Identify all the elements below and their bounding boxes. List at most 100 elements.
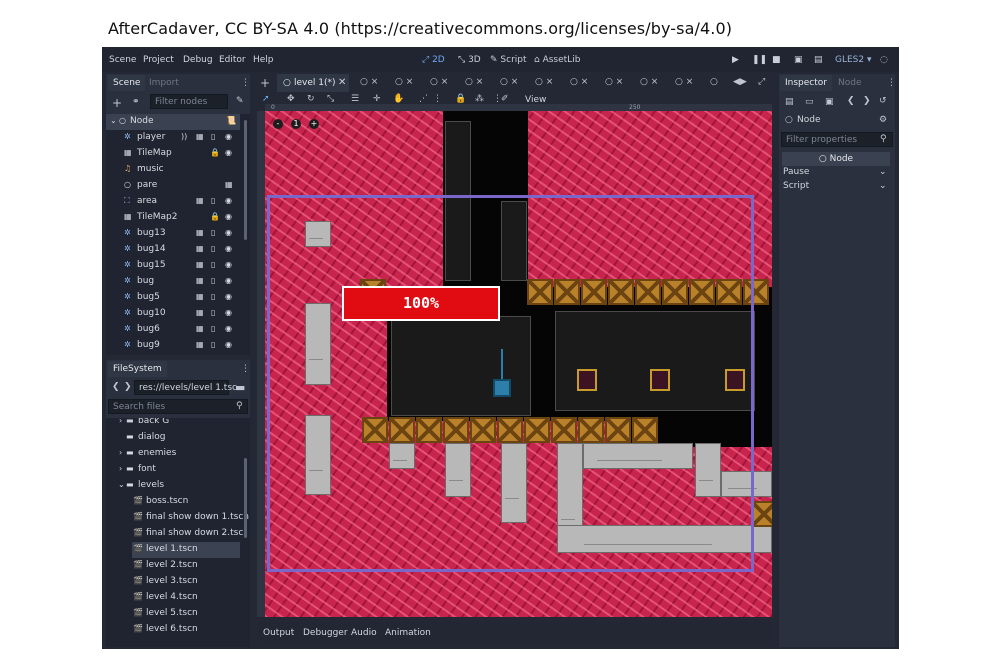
dock-menu-icon[interactable]: ⋮ <box>241 364 250 374</box>
search-files-input[interactable]: Search files <box>108 399 248 414</box>
tab-inspector[interactable]: Inspector <box>780 75 832 91</box>
menu-help[interactable]: Help <box>253 55 274 65</box>
menu-project[interactable]: Project <box>143 55 174 65</box>
workspace-2d-button[interactable]: ⤢ 2D <box>422 55 445 65</box>
tab-output[interactable]: Output <box>263 628 294 638</box>
file-final-show-down-1[interactable]: 🎬 final show down 1.tscn <box>106 510 249 526</box>
distraction-free-icon[interactable]: ⤢ <box>758 77 765 87</box>
scene-tab-icon[interactable]: ○ ⨯ <box>465 77 483 87</box>
scene-tab-icon[interactable]: ○ ⨯ <box>675 77 693 87</box>
file-level-4[interactable]: 🎬 level 4.tscn <box>106 590 240 606</box>
menu-editor[interactable]: Editor <box>219 55 246 65</box>
tree-row-pare[interactable]: ○ pare ▦ <box>106 178 240 194</box>
lock-icon[interactable]: 🔒 <box>210 212 220 221</box>
forward-arrow-icon[interactable]: ❯ <box>124 382 132 392</box>
lock-icon[interactable]: 🔒 <box>210 148 220 157</box>
move-tool-icon[interactable]: ✥ <box>287 94 295 104</box>
canvas-viewport[interactable]: 100% -1 + <box>265 111 772 617</box>
group-icon[interactable]: ⁂ <box>475 94 484 104</box>
script-icon[interactable]: ▯ <box>211 292 215 301</box>
collapse-arrow-icon[interactable]: ⌄ <box>118 480 125 489</box>
eye-icon[interactable]: ◉ <box>225 132 232 141</box>
script-icon[interactable]: ▯ <box>211 228 215 237</box>
clapper-icon[interactable]: ▦ <box>196 276 204 285</box>
scene-tab-icon[interactable]: ○ ⨯ <box>360 77 378 87</box>
workspace-assetlib-button[interactable]: ⌂ AssetLib <box>534 55 580 65</box>
tab-audio[interactable]: Audio <box>351 628 377 638</box>
eye-icon[interactable]: ◉ <box>225 340 232 349</box>
new-resource-icon[interactable]: ▤ <box>785 97 794 107</box>
scene-tab-icon[interactable]: ○ ⨯ <box>500 77 518 87</box>
renderer-select[interactable]: GLES2 ▾ <box>835 55 872 65</box>
folder-back-g[interactable]: › ▬ back G <box>106 418 240 430</box>
split-view-icon[interactable]: ▬ <box>235 381 245 394</box>
scene-tab-icon[interactable]: ○ ⨯ <box>535 77 553 87</box>
clapper-icon[interactable]: ▦ <box>196 308 204 317</box>
workspace-script-button[interactable]: ✎ Script <box>490 55 527 65</box>
eye-icon[interactable]: ◉ <box>225 212 232 221</box>
tree-row-bug10[interactable]: ✲ bug10 ▦ ▯ ◉ <box>106 306 240 322</box>
rotate-tool-icon[interactable]: ↻ <box>307 94 315 104</box>
menu-scene[interactable]: Scene <box>109 55 136 65</box>
clapper-icon[interactable]: ▦ <box>196 260 204 269</box>
add-node-icon[interactable]: + <box>112 96 122 110</box>
scene-tab-icon[interactable]: ○ ⨯ <box>430 77 448 87</box>
link-icon[interactable]: ⚭ <box>132 97 140 107</box>
tree-row-tilemap2[interactable]: ▦ TileMap2 🔒 ◉ <box>106 210 240 226</box>
folder-dialog[interactable]: ▬ dialog <box>106 430 240 446</box>
list-select-icon[interactable]: ☰ <box>351 94 359 104</box>
filter-nodes-input[interactable]: Filter nodes <box>150 94 228 109</box>
zoom-reset-button[interactable]: 1 <box>291 119 301 129</box>
file-level-5[interactable]: 🎬 level 5.tscn <box>106 606 240 622</box>
file-boss[interactable]: 🎬 boss.tscn <box>106 494 240 510</box>
expand-arrow-icon[interactable]: › <box>119 464 122 473</box>
script-icon[interactable]: ▯ <box>211 276 215 285</box>
pivot-tool-icon[interactable]: ✛ <box>373 94 381 104</box>
eye-icon[interactable]: ◉ <box>225 324 232 333</box>
collapse-arrow-icon[interactable]: ⌄ <box>110 116 117 125</box>
clapper-icon[interactable]: ▦ <box>196 244 204 253</box>
script-icon[interactable]: ▯ <box>211 244 215 253</box>
tree-row-area[interactable]: ⛶ area ▦ ▯ ◉ <box>106 194 240 210</box>
scene-tab-icon[interactable]: ○ ⨯ <box>605 77 623 87</box>
snap-icon[interactable]: ⋰ <box>419 94 428 104</box>
tab-debugger[interactable]: Debugger <box>303 628 348 638</box>
tab-filesystem[interactable]: FileSystem <box>108 361 167 377</box>
tab-import[interactable]: Import <box>144 75 184 91</box>
eye-icon[interactable]: ◉ <box>225 148 232 157</box>
history-forward-icon[interactable]: ❯ <box>863 96 871 106</box>
script-icon[interactable]: ▯ <box>211 132 215 141</box>
tree-row-bug[interactable]: ✲ bug ▦ ▯ ◉ <box>106 274 240 290</box>
play-scene-icon[interactable]: ▣ <box>794 55 803 65</box>
tree-row-bug15[interactable]: ✲ bug15 ▦ ▯ ◉ <box>106 258 240 274</box>
bone-icon[interactable]: ✐ <box>501 94 509 104</box>
scene-tab-icon[interactable]: ○ ⨯ <box>640 77 658 87</box>
tab-node[interactable]: Node <box>833 75 867 91</box>
script-icon[interactable]: ▯ <box>211 340 215 349</box>
back-arrow-icon[interactable]: ❮ <box>112 382 120 392</box>
menu-debug[interactable]: Debug <box>183 55 213 65</box>
tree-row-tilemap[interactable]: ▦ TileMap 🔒 ◉ <box>106 146 240 162</box>
tree-row-bug14[interactable]: ✲ bug14 ▦ ▯ ◉ <box>106 242 240 258</box>
script-icon[interactable]: ▯ <box>211 196 215 205</box>
file-level-3[interactable]: 🎬 level 3.tscn <box>106 574 240 590</box>
save-resource-icon[interactable]: ▣ <box>825 97 834 107</box>
scene-tab-icon[interactable]: ○ <box>710 77 718 87</box>
tree-row-player[interactable]: ✲ player )) ▦ ▯ ◉ <box>106 130 240 146</box>
folder-levels[interactable]: ⌄ ▬ levels <box>106 478 240 494</box>
eye-icon[interactable]: ◉ <box>225 308 232 317</box>
close-icon[interactable]: ✕ <box>338 77 346 88</box>
clapper-icon[interactable]: ▦ <box>196 132 204 141</box>
folder-font[interactable]: › ▬ font <box>106 462 240 478</box>
signal-icon[interactable]: )) <box>181 132 187 141</box>
script-icon[interactable]: 📜 <box>226 116 236 125</box>
dock-menu-icon[interactable]: ⋮ <box>887 78 896 88</box>
file-level-6[interactable]: 🎬 level 6.tscn <box>106 622 240 638</box>
clapper-icon[interactable]: ▦ <box>196 228 204 237</box>
tree-row-bug5[interactable]: ✲ bug5 ▦ ▯ ◉ <box>106 290 240 306</box>
file-level-1[interactable]: 🎬 level 1.tscn <box>132 542 240 558</box>
clapper-icon[interactable]: ▦ <box>196 340 204 349</box>
eye-icon[interactable]: ◉ <box>225 196 232 205</box>
play-icon[interactable]: ▶ <box>732 55 739 65</box>
pause-icon[interactable]: ❚❚ <box>752 55 767 65</box>
